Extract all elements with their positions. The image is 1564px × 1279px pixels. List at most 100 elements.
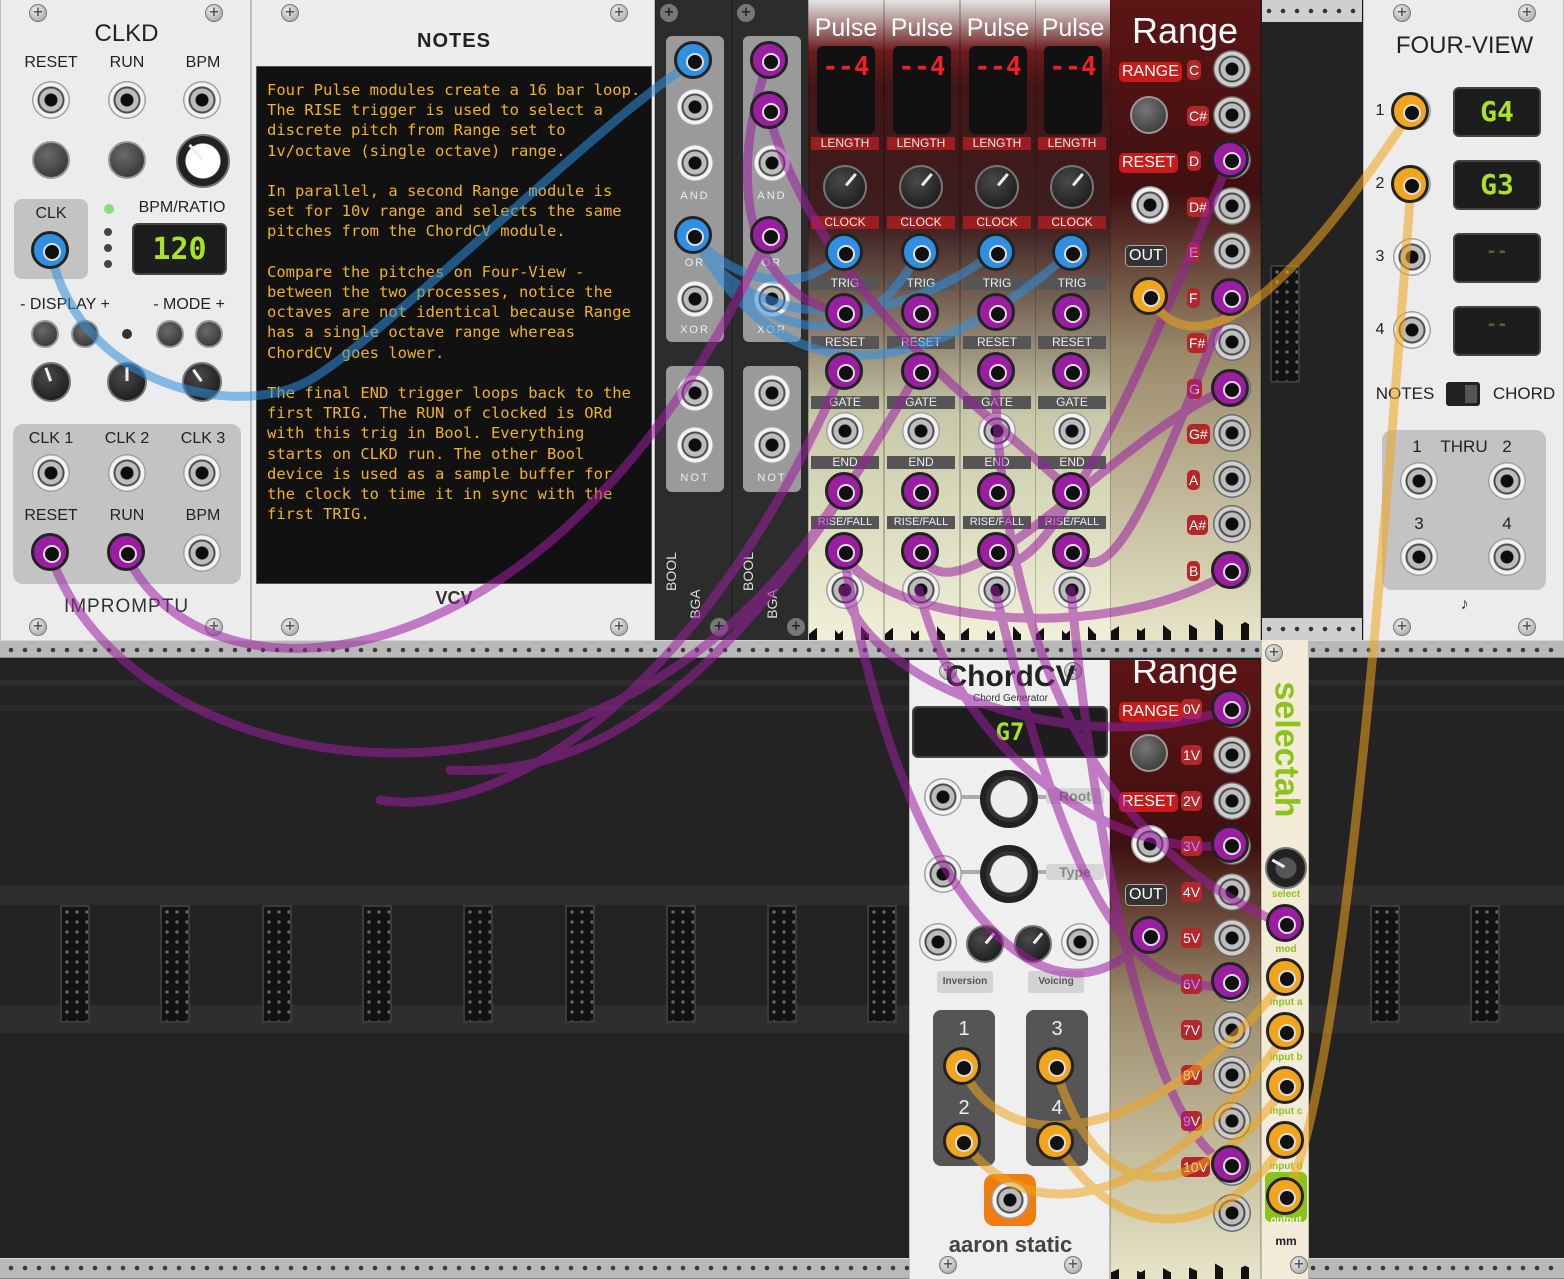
range1-note-jack[interactable] [1213, 50, 1251, 88]
range2-volt-jack[interactable] [1213, 919, 1251, 957]
bool1-xor-jack[interactable] [676, 280, 714, 318]
selectah-input-d-plug[interactable] [1266, 1121, 1304, 1159]
pulse1-trig-plug[interactable] [825, 293, 863, 331]
chord-out-2-plug[interactable] [943, 1122, 981, 1160]
run-button[interactable] [108, 141, 146, 179]
gate-output-jack[interactable] [1053, 412, 1091, 450]
chord-poly-output-jack[interactable] [991, 1181, 1029, 1219]
range1-out-plug[interactable] [1130, 277, 1168, 315]
pulse1-end-plug[interactable] [825, 472, 863, 510]
bool1-not-in-jack[interactable] [676, 374, 714, 412]
pulse2-rise-plug[interactable] [901, 532, 939, 570]
range1-note-jack[interactable] [1213, 232, 1251, 270]
bool2-not-out-jack[interactable] [753, 426, 791, 464]
pulse3-reset-plug[interactable] [977, 352, 1015, 390]
gate-output-jack[interactable] [902, 412, 940, 450]
run-input-jack[interactable] [108, 81, 146, 119]
bool2-and-jack[interactable] [753, 144, 791, 182]
pulse4-reset-plug[interactable] [1052, 352, 1090, 390]
range1-range-button[interactable] [1130, 96, 1168, 134]
reset-input-jack[interactable] [32, 81, 70, 119]
pulse2-end-plug[interactable] [901, 472, 939, 510]
reset-output-plug[interactable] [31, 533, 69, 571]
range2-6v-plug[interactable] [1211, 962, 1249, 1000]
bool1-in-a-plug[interactable] [674, 41, 712, 79]
clk-output-plug[interactable] [31, 231, 69, 269]
chord-out-1-plug[interactable] [943, 1047, 981, 1085]
range1-note-jack[interactable] [1213, 459, 1251, 498]
range1-g-plug[interactable] [1211, 369, 1249, 407]
display-plus-button[interactable] [71, 320, 99, 348]
clk3-ratio-knob[interactable] [182, 362, 222, 402]
mode-minus-button[interactable] [156, 320, 184, 348]
bool1-not-out-jack[interactable] [676, 426, 714, 464]
range2-volt-jack[interactable] [1213, 873, 1251, 912]
range1-d-plug[interactable] [1211, 140, 1249, 178]
display-minus-button[interactable] [31, 320, 59, 348]
bpm-input-jack[interactable] [183, 81, 221, 119]
bool1-or-plug[interactable] [674, 216, 712, 254]
fall-output-jack[interactable] [1053, 571, 1091, 609]
notes-chord-switch[interactable] [1446, 382, 1480, 406]
type-cv-jack[interactable] [924, 855, 962, 893]
range1-note-jack[interactable] [1213, 414, 1251, 452]
pulse4-rise-plug[interactable] [1052, 532, 1090, 570]
four-view-input-jack[interactable] [1393, 311, 1431, 349]
range1-reset-jack[interactable] [1131, 186, 1169, 224]
gate-output-jack[interactable] [978, 412, 1016, 450]
mode-plus-button[interactable] [195, 320, 223, 348]
gate-output-jack[interactable] [826, 412, 864, 450]
pulse3-rise-plug[interactable] [977, 532, 1015, 570]
range2-volt-jack[interactable] [1213, 735, 1251, 774]
bool2-not-in-jack[interactable] [753, 374, 791, 412]
pulse2-reset-plug[interactable] [901, 352, 939, 390]
bpm-output-jack[interactable] [183, 534, 221, 572]
range2-3v-plug[interactable] [1211, 825, 1249, 863]
voicing-knob[interactable] [1014, 925, 1052, 963]
bool2-xor-jack[interactable] [753, 280, 791, 318]
thru-2-jack[interactable] [1488, 462, 1526, 500]
range2-0v-plug[interactable] [1211, 689, 1249, 727]
range2-volt-jack[interactable] [1213, 1102, 1251, 1141]
bool2-in-b-plug[interactable] [750, 91, 788, 129]
selectah-mod-plug[interactable] [1266, 904, 1304, 942]
pulse1-reset-plug[interactable] [825, 352, 863, 390]
length-knob[interactable] [1050, 165, 1094, 209]
clk2-output-jack[interactable] [108, 454, 146, 492]
voicing-cv-jack[interactable] [1061, 923, 1099, 961]
pulse1-clock-plug[interactable] [825, 233, 863, 271]
root-cv-jack[interactable] [924, 778, 962, 816]
pulse2-clock-plug[interactable] [901, 233, 939, 271]
selectah-input-c-plug[interactable] [1266, 1066, 1304, 1104]
type-knob[interactable] [980, 845, 1038, 903]
four-view-2-plug[interactable] [1391, 165, 1429, 203]
range2-volt-jack[interactable] [1213, 1056, 1251, 1095]
fall-output-jack[interactable] [826, 571, 864, 609]
range2-out-plug[interactable] [1130, 916, 1168, 954]
bool1-and-jack[interactable] [676, 144, 714, 182]
select-knob[interactable] [1265, 847, 1307, 889]
range2-reset-jack[interactable] [1131, 825, 1169, 863]
range2-10v-plug[interactable] [1211, 1145, 1249, 1183]
pulse4-end-plug[interactable] [1052, 472, 1090, 510]
root-knob[interactable] [980, 770, 1038, 828]
length-knob[interactable] [823, 165, 867, 209]
thru-4-jack[interactable] [1488, 538, 1526, 576]
clk2-ratio-knob[interactable] [107, 362, 147, 402]
run-output-plug[interactable] [107, 533, 145, 571]
range1-b-plug[interactable] [1211, 551, 1249, 589]
selectah-output-plug[interactable] [1266, 1177, 1304, 1215]
inversion-cv-jack[interactable] [919, 923, 957, 961]
pulse4-trig-plug[interactable] [1052, 293, 1090, 331]
clk1-output-jack[interactable] [32, 454, 70, 492]
range1-f-plug[interactable] [1211, 278, 1249, 316]
pulse4-clock-plug[interactable] [1052, 233, 1090, 271]
thru-1-jack[interactable] [1400, 462, 1438, 500]
range1-note-jack[interactable] [1213, 186, 1251, 225]
selectah-input-b-plug[interactable] [1266, 1012, 1304, 1050]
inversion-knob[interactable] [966, 925, 1004, 963]
thru-3-jack[interactable] [1400, 538, 1438, 576]
bool2-in-a-plug[interactable] [750, 41, 788, 79]
chord-out-4-plug[interactable] [1036, 1122, 1074, 1160]
pulse3-clock-plug[interactable] [977, 233, 1015, 271]
